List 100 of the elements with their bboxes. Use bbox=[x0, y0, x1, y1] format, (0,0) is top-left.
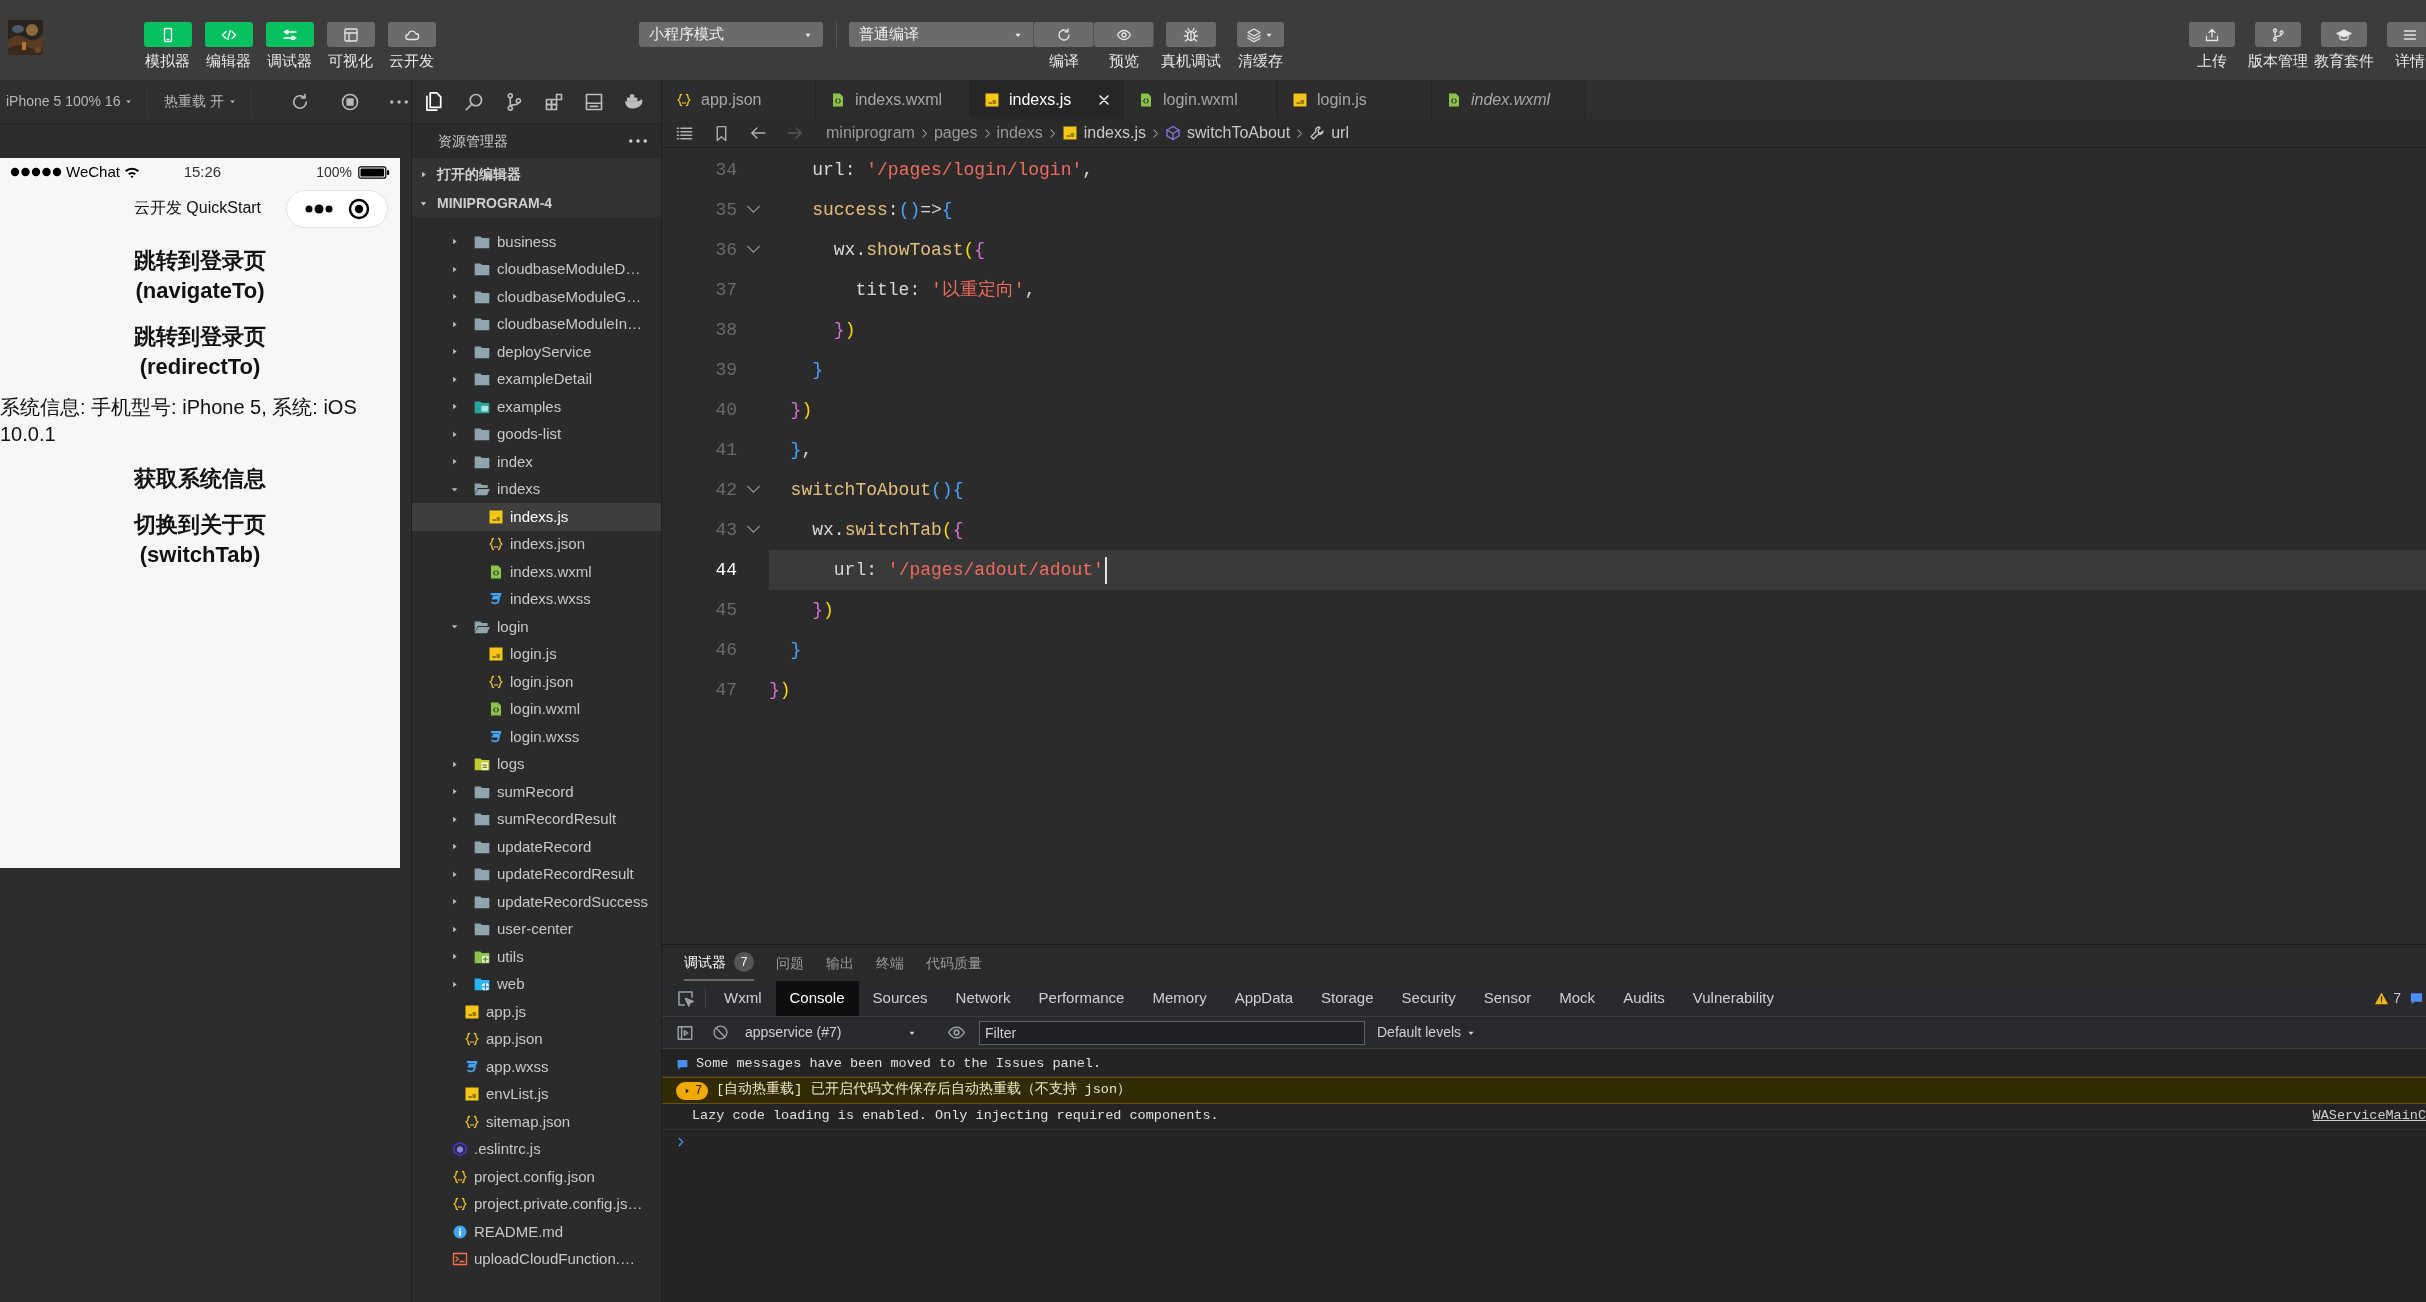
levels-dropdown[interactable]: Default levels bbox=[1377, 1022, 1477, 1043]
panel-icon bbox=[584, 91, 604, 112]
devtools-tab[interactable]: Network bbox=[941, 981, 1025, 1016]
tree-item[interactable]: updateRecordResult bbox=[412, 860, 661, 888]
braces-icon bbox=[488, 536, 504, 553]
tree-item[interactable]: uploadCloudFunction.… bbox=[412, 1245, 661, 1273]
repeat-count-badge: 7 bbox=[676, 1081, 709, 1100]
devtools-tab[interactable]: Security bbox=[1387, 981, 1470, 1016]
hot-reload-dropdown[interactable]: 热重载 开 bbox=[164, 91, 238, 112]
tree-item[interactable]: cloudbaseModuleIn… bbox=[412, 310, 661, 338]
upload-icon bbox=[2204, 26, 2220, 43]
panel-tab[interactable]: 问题 bbox=[776, 945, 804, 981]
globe-folder-icon bbox=[473, 975, 491, 994]
tree-item[interactable]: utils bbox=[412, 943, 661, 971]
tree-item[interactable]: login.wxss bbox=[412, 723, 661, 751]
breadcrumb-item[interactable]: miniprogram bbox=[826, 121, 915, 145]
panel-tab[interactable]: 输出 bbox=[826, 945, 854, 981]
breadcrumb-item[interactable]: indexs bbox=[996, 121, 1043, 145]
tree-item[interactable]: app.js bbox=[412, 998, 661, 1026]
toolbar-button[interactable] bbox=[143, 22, 192, 47]
source-link[interactable]: WAServiceMainC bbox=[2312, 1106, 2426, 1127]
code-file-icon bbox=[830, 91, 846, 108]
devtools-tab[interactable]: Console bbox=[775, 981, 859, 1016]
tree-item[interactable]: indexs.wxml bbox=[412, 558, 661, 586]
devtools-tab[interactable]: Performance bbox=[1024, 981, 1139, 1016]
toolbar-button[interactable] bbox=[1236, 22, 1284, 47]
devtools-tab[interactable]: Vulnerability bbox=[1678, 981, 1788, 1016]
tree-item[interactable]: sitemap.json bbox=[412, 1108, 661, 1136]
tree-item[interactable]: indexs bbox=[412, 475, 661, 503]
toolbar-label: 真机调试 bbox=[1161, 52, 1221, 70]
tree-item[interactable]: app.wxss bbox=[412, 1053, 661, 1081]
toolbar-button[interactable] bbox=[326, 22, 375, 47]
devtools-tab[interactable]: AppData bbox=[1220, 981, 1307, 1016]
tree-item[interactable]: indexs.json bbox=[412, 530, 661, 558]
branch-icon bbox=[2270, 26, 2286, 43]
page-button[interactable]: 切换到关于页(switchTab) bbox=[80, 510, 320, 570]
tree-item[interactable]: examples bbox=[412, 393, 661, 421]
devtools-tab[interactable]: Sensor bbox=[1469, 981, 1546, 1016]
page-button[interactable]: 跳转到登录页(navigateTo) bbox=[80, 246, 320, 306]
tree-item[interactable]: app.json bbox=[412, 1025, 661, 1053]
toolbar-button[interactable] bbox=[204, 22, 253, 47]
tree-item[interactable]: cloudbaseModuleG… bbox=[412, 283, 661, 311]
page-button[interactable]: 跳转到登录页(redirectTo) bbox=[80, 322, 320, 382]
tree-item[interactable]: indexs.wxss bbox=[412, 585, 661, 613]
code-file-icon bbox=[1138, 91, 1154, 108]
tree-item[interactable]: updateRecordSuccess bbox=[412, 888, 661, 916]
tree-item[interactable]: sumRecord bbox=[412, 778, 661, 806]
panel-tab[interactable]: 代码质量 bbox=[926, 945, 982, 981]
compile-dropdown[interactable]: 普通编译 bbox=[849, 22, 1034, 47]
devtools-tab[interactable]: Storage bbox=[1307, 981, 1388, 1016]
breadcrumb-item[interactable]: pages bbox=[933, 121, 978, 145]
tree-item[interactable]: indexs.js bbox=[412, 503, 661, 531]
tree-item[interactable]: login.wxml bbox=[412, 695, 661, 723]
devtools-tab[interactable]: Mock bbox=[1545, 981, 1610, 1016]
section-header[interactable]: MINIPROGRAM-4 bbox=[412, 190, 661, 217]
filter-field[interactable]: Filter bbox=[979, 1020, 1365, 1045]
tree-item[interactable]: exampleDetail bbox=[412, 365, 661, 393]
tree-item[interactable]: logs bbox=[412, 750, 661, 778]
tree-item[interactable]: business bbox=[412, 228, 661, 256]
js-file-icon bbox=[464, 1086, 480, 1103]
devtools-tab[interactable]: Memory bbox=[1138, 981, 1221, 1016]
tree-item[interactable]: index bbox=[412, 448, 661, 476]
page-button[interactable]: 获取系统信息 bbox=[80, 464, 320, 494]
devtools-tab[interactable]: Wxml bbox=[710, 981, 776, 1016]
breadcrumb-item[interactable]: indexs.js bbox=[1061, 121, 1146, 145]
tree-item[interactable]: cloudbaseModuleD… bbox=[412, 255, 661, 283]
tree-item[interactable]: login.json bbox=[412, 668, 661, 696]
breadcrumb-item[interactable]: switchToAbout bbox=[1165, 121, 1291, 145]
section-header[interactable]: 打开的编辑器 bbox=[412, 158, 661, 190]
js-file-icon bbox=[1292, 91, 1308, 108]
tree-item[interactable]: web bbox=[412, 970, 661, 998]
tree-item[interactable]: goods-list bbox=[412, 420, 661, 448]
tree-item[interactable]: sumRecordResult bbox=[412, 805, 661, 833]
tree-item[interactable]: project.config.json bbox=[412, 1163, 661, 1191]
toolbar-label: 云开发 bbox=[389, 52, 434, 70]
tree-item[interactable]: login bbox=[412, 613, 661, 641]
toolbar-button[interactable] bbox=[1094, 22, 1154, 47]
capsule-button[interactable] bbox=[286, 190, 388, 228]
line-number: 38 bbox=[714, 318, 737, 342]
toolbar-label: 模拟器 bbox=[145, 52, 190, 70]
panel-tab[interactable]: 终端 bbox=[876, 945, 904, 981]
context-dropdown[interactable]: appservice (#7) bbox=[745, 1022, 917, 1043]
toolbar-button[interactable] bbox=[387, 22, 436, 47]
toolbar-button[interactable] bbox=[265, 22, 314, 47]
line-number: 36 bbox=[714, 238, 737, 262]
braces-icon bbox=[452, 1168, 468, 1185]
tree-item[interactable]: README.md bbox=[412, 1218, 661, 1246]
tree-item[interactable]: project.private.config.js… bbox=[412, 1190, 661, 1218]
tree-item[interactable]: .eslintrc.js bbox=[412, 1135, 661, 1163]
tree-item[interactable]: deployService bbox=[412, 338, 661, 366]
tree-item[interactable]: user-center bbox=[412, 915, 661, 943]
editor-tab[interactable]: indexs.js bbox=[970, 80, 1124, 119]
tree-item[interactable]: login.js bbox=[412, 640, 661, 668]
device-dropdown[interactable]: iPhone 5 100% 16 bbox=[6, 91, 134, 112]
mode-dropdown[interactable]: 小程序模式 bbox=[639, 22, 823, 47]
devtools-tab[interactable]: Sources bbox=[858, 981, 942, 1016]
devtools-tab[interactable]: Audits bbox=[1609, 981, 1679, 1016]
breadcrumb-item[interactable]: url bbox=[1309, 121, 1349, 145]
tree-item[interactable]: updateRecord bbox=[412, 833, 661, 861]
tree-item[interactable]: envList.js bbox=[412, 1080, 661, 1108]
